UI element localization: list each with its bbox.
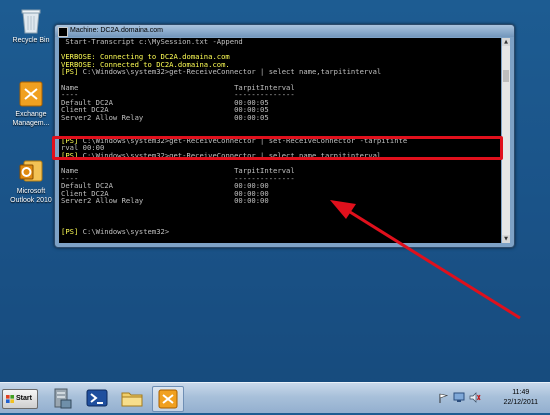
- server-manager-icon: [54, 388, 72, 409]
- taskbar-server-manager[interactable]: [47, 386, 77, 410]
- volume-icon[interactable]: [469, 392, 481, 403]
- clock[interactable]: 11:49 22/12/2011: [503, 388, 538, 408]
- windows-logo-icon: [6, 395, 14, 403]
- start-button[interactable]: Start: [2, 389, 38, 409]
- network-icon[interactable]: [453, 392, 465, 403]
- taskbar-exchange[interactable]: [152, 386, 184, 412]
- flag-notification-icon[interactable]: [438, 393, 448, 403]
- system-tray: 11:49 22/12/2011: [420, 383, 550, 413]
- exchange-icon: [158, 389, 178, 409]
- taskbar: Start 11:49 22/12/2011: [0, 382, 550, 413]
- clock-date: 22/12/2011: [503, 399, 538, 406]
- explorer-icon: [121, 392, 143, 407]
- clock-time: 11:49: [512, 389, 530, 396]
- taskbar-explorer[interactable]: [117, 386, 147, 410]
- powershell-icon: [86, 389, 108, 407]
- red-arrow-annotation: [330, 200, 521, 320]
- start-label: Start: [16, 395, 32, 402]
- taskbar-powershell[interactable]: [82, 386, 112, 410]
